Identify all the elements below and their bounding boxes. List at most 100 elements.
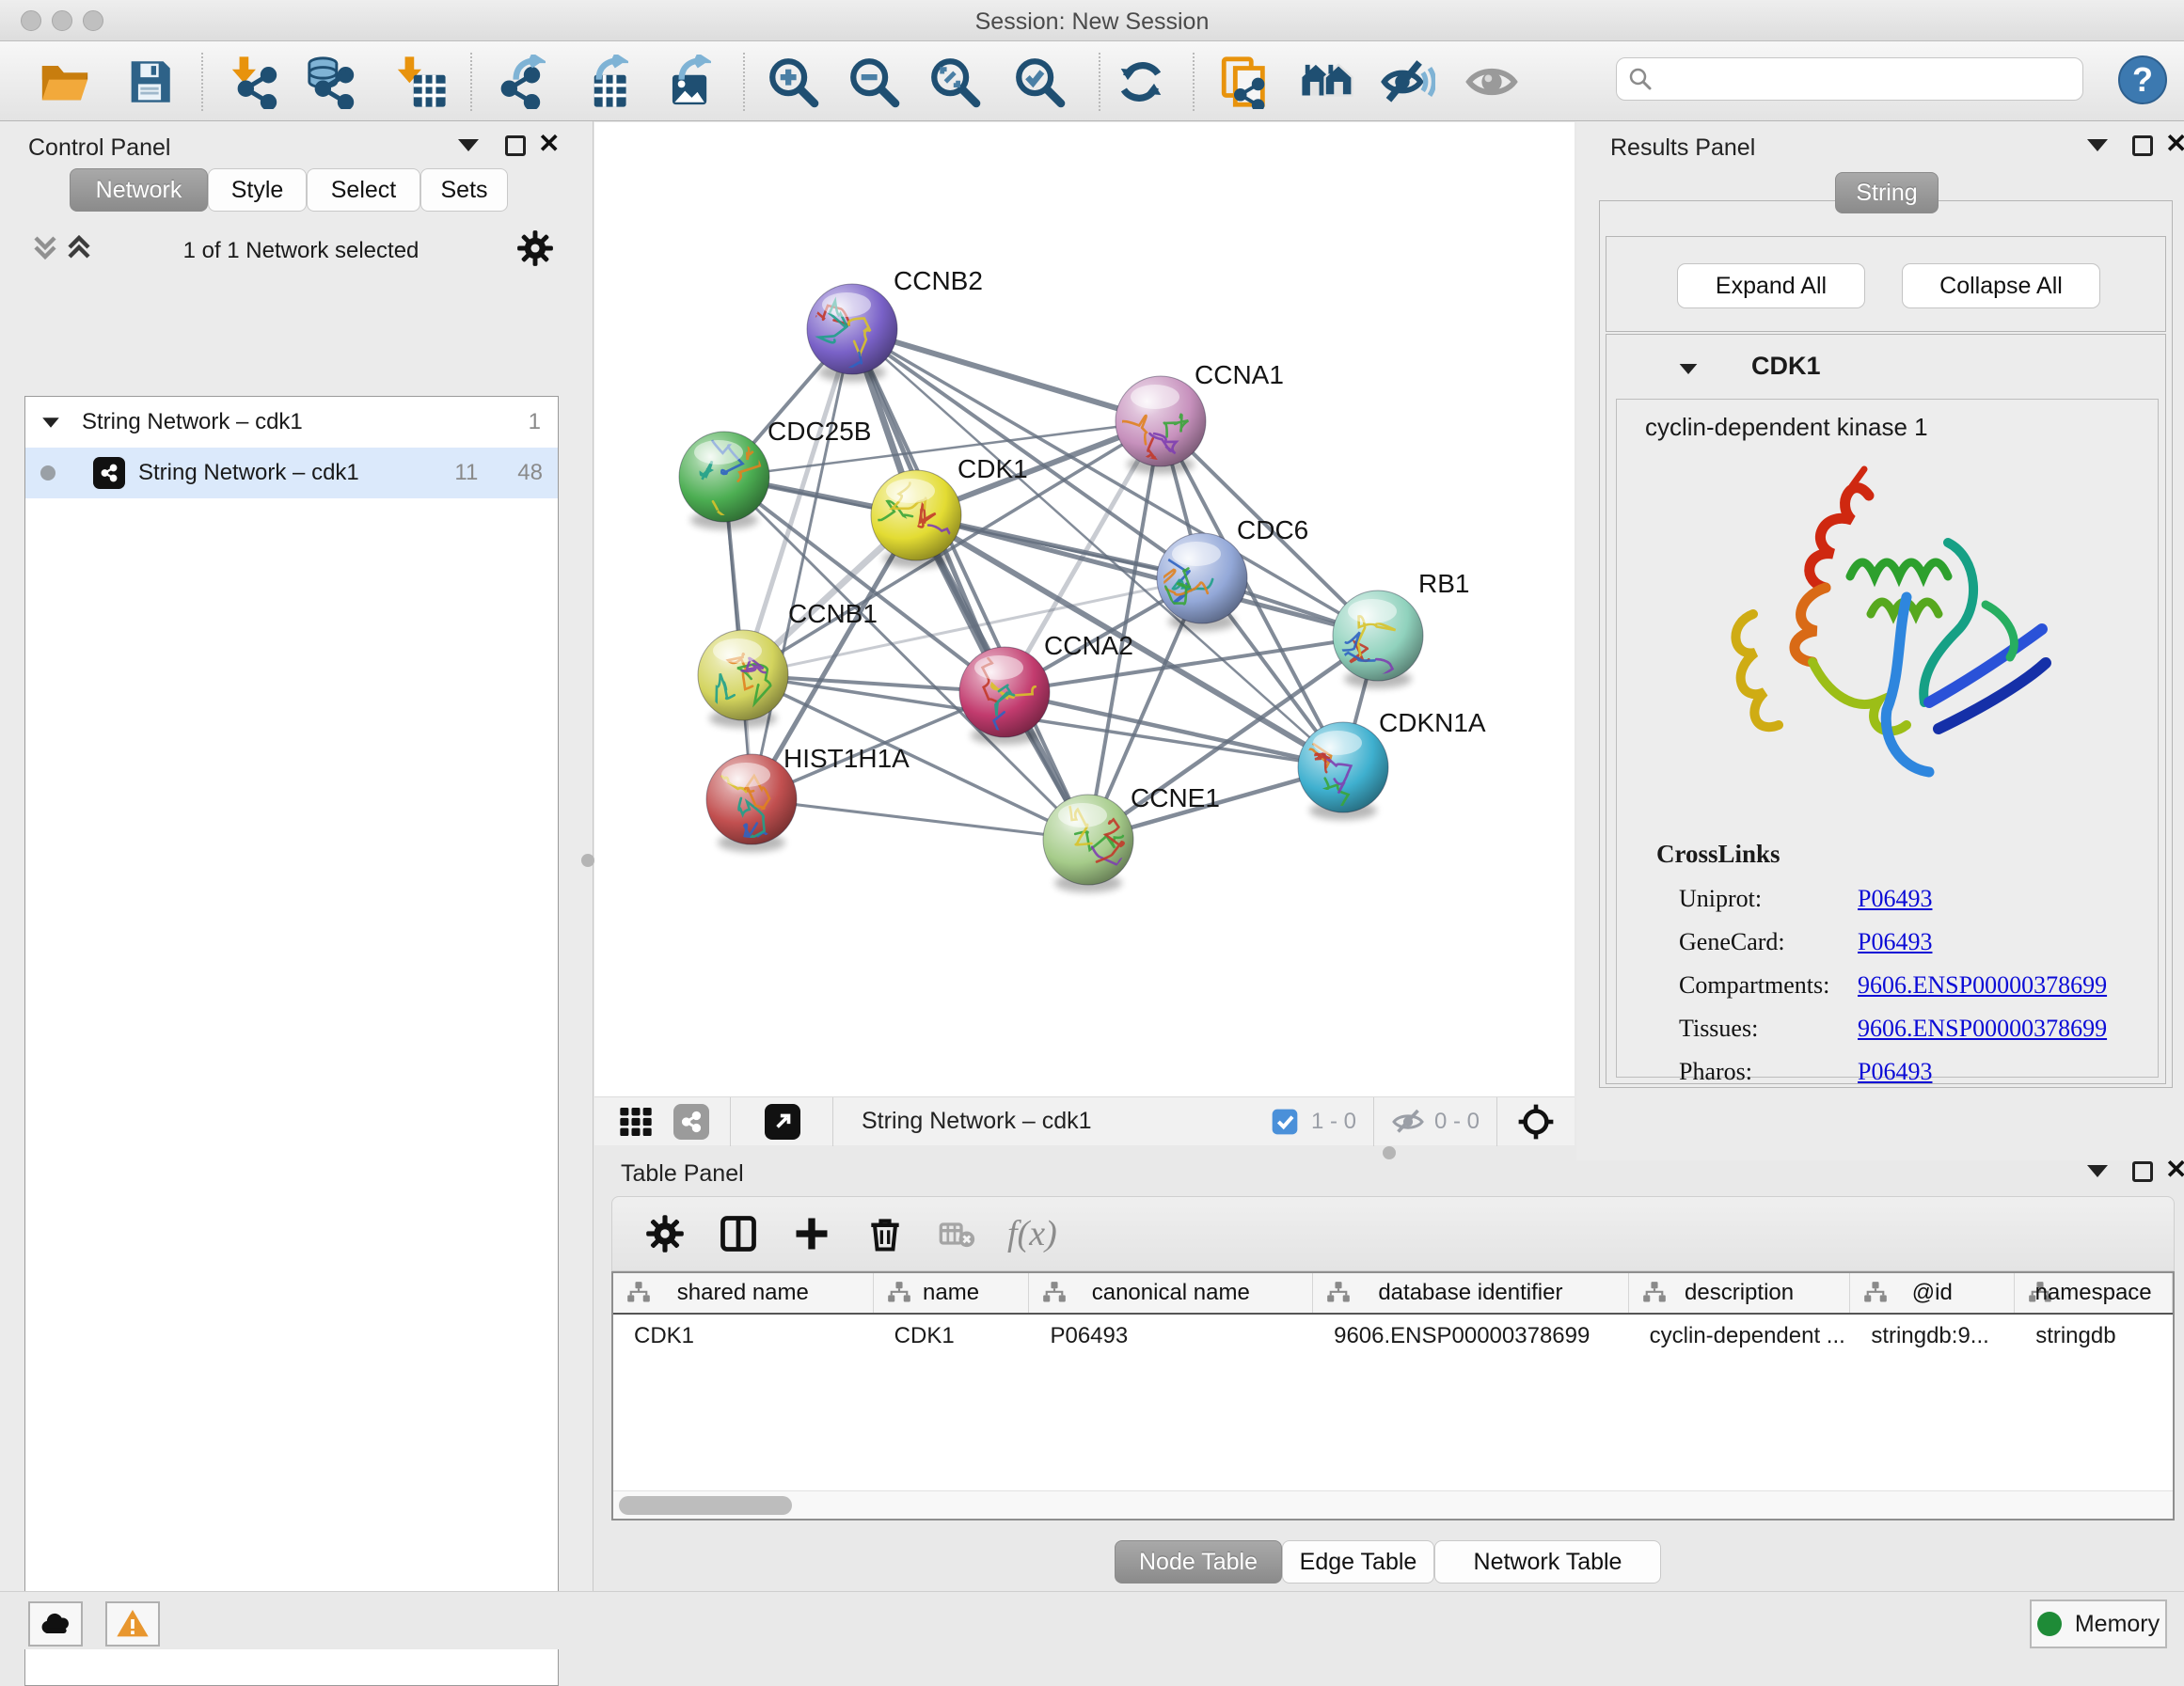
string-import-icon[interactable] <box>1217 55 1272 109</box>
edge-HIST1H1A-CCNE1[interactable] <box>752 799 1088 840</box>
delete-table-icon[interactable] <box>938 1215 975 1253</box>
help-icon: ? <box>2132 60 2153 100</box>
column-header-canonical-name[interactable]: canonical name <box>1029 1273 1313 1313</box>
table-cell[interactable]: 9606.ENSP00000378699 <box>1313 1315 1629 1358</box>
expand-all-button[interactable]: Expand All <box>1677 263 1865 308</box>
show-eye-icon[interactable] <box>1464 55 1519 109</box>
control-panel-float-icon[interactable] <box>505 135 526 156</box>
warning-button[interactable] <box>105 1601 160 1647</box>
tab-sets[interactable]: Sets <box>420 168 508 212</box>
split-columns-icon[interactable] <box>718 1213 759 1254</box>
grid-view-icon[interactable] <box>617 1103 655 1141</box>
refresh-layout-icon[interactable] <box>1114 55 1168 109</box>
help-button[interactable]: ? <box>2118 55 2167 104</box>
crosslink-value[interactable]: P06493 <box>1858 1058 1932 1086</box>
control-panel-close-icon[interactable]: ✕ <box>538 134 560 154</box>
table-panel-close-icon[interactable]: ✕ <box>2165 1159 2184 1180</box>
crosslink-value[interactable]: P06493 <box>1858 928 1932 956</box>
column-header--id[interactable]: @id <box>1850 1273 2015 1313</box>
edge-CCNA2-CDKN1A[interactable] <box>1005 692 1343 767</box>
column-header-name[interactable]: name <box>874 1273 1030 1313</box>
network-node-HIST1H1A[interactable]: HIST1H1A <box>706 744 910 852</box>
home-layout-icon[interactable] <box>1300 55 1354 109</box>
tab-network[interactable]: Network <box>70 168 208 212</box>
zoom-out-icon[interactable] <box>847 55 901 109</box>
fit-selected-icon[interactable] <box>1516 1102 1556 1142</box>
collapse-all-icon[interactable] <box>32 232 58 262</box>
crosslink-value[interactable]: P06493 <box>1858 885 1932 913</box>
table-cell[interactable]: cyclin-dependent ... <box>1629 1315 1851 1358</box>
collapse-all-button[interactable]: Collapse All <box>1902 263 2100 308</box>
tab-select[interactable]: Select <box>307 168 420 212</box>
table-cell[interactable]: CDK1 <box>874 1315 1030 1358</box>
import-network-file-icon[interactable] <box>228 55 282 109</box>
crosslink-value[interactable]: 9606.ENSP00000378699 <box>1858 1015 2107 1043</box>
expand-all-icon[interactable] <box>66 232 92 262</box>
table-panel-float-icon[interactable] <box>2132 1161 2153 1182</box>
function-builder-icon[interactable]: f(x) <box>1007 1213 1057 1254</box>
table-panel-menu-icon[interactable] <box>2087 1165 2108 1177</box>
add-column-icon[interactable] <box>791 1213 832 1254</box>
crosslink-value[interactable]: 9606.ENSP00000378699 <box>1858 971 2107 1000</box>
search-input[interactable] <box>1654 66 2059 92</box>
table-cell[interactable]: stringdb:9... <box>1850 1315 2015 1358</box>
table-hscrollbar[interactable] <box>613 1490 2173 1519</box>
export-image-icon[interactable] <box>657 55 711 109</box>
table-gear-icon[interactable] <box>644 1213 686 1254</box>
protein-collapse-icon[interactable] <box>1680 364 1698 374</box>
string-app-icon <box>93 457 125 489</box>
edge-CCNB2-CCNA1[interactable] <box>852 329 1161 421</box>
column-header-namespace[interactable]: namespace <box>2015 1273 2173 1313</box>
open-file-icon[interactable] <box>38 55 92 109</box>
column-header-shared-name[interactable]: shared name <box>613 1273 874 1313</box>
export-table-icon[interactable] <box>574 55 628 109</box>
import-table-file-icon[interactable] <box>393 55 448 109</box>
network-canvas[interactable]: CCNB2CCNA1CDC25BCDK1CDC6RB1CCNB1CCNA2CDK… <box>594 122 1575 1096</box>
tab-network-table[interactable]: Network Table <box>1434 1540 1661 1584</box>
network-share-icon[interactable] <box>673 1104 709 1140</box>
save-session-icon[interactable] <box>122 55 177 109</box>
network-collection-row[interactable]: String Network – cdk1 1 <box>25 397 558 448</box>
tab-string-results[interactable]: String <box>1835 172 1939 213</box>
table-cell[interactable]: P06493 <box>1029 1315 1313 1358</box>
collection-collapse-icon[interactable] <box>42 418 59 427</box>
crosslink-label: Tissues: <box>1679 1015 1858 1043</box>
network-node-CDKN1A[interactable]: CDKN1A <box>1298 708 1486 820</box>
tab-node-table[interactable]: Node Table <box>1115 1540 1282 1584</box>
open-in-window-icon[interactable] <box>765 1104 800 1140</box>
zoom-selected-icon[interactable] <box>1012 55 1067 109</box>
network-node-CCNB1[interactable]: CCNB1 <box>698 599 878 728</box>
gear-icon[interactable] <box>515 228 555 268</box>
protein-section: CDK1 cyclin-dependent kinase 1 <box>1606 334 2166 1084</box>
cloud-button[interactable] <box>28 1601 83 1647</box>
left-splitter-handle[interactable] <box>581 854 594 867</box>
column-header-database-identifier[interactable]: database identifier <box>1313 1273 1629 1313</box>
table-hscrollbar-thumb[interactable] <box>619 1496 792 1515</box>
table-cell[interactable]: stringdb <box>2015 1315 2173 1358</box>
memory-button[interactable]: Memory <box>2030 1599 2167 1648</box>
selected-checkbox-icon[interactable] <box>1270 1107 1300 1137</box>
network-node-CCNE1[interactable]: CCNE1 <box>1043 783 1220 892</box>
toolbar-search[interactable] <box>1616 57 2083 101</box>
tab-edge-table[interactable]: Edge Table <box>1282 1540 1434 1584</box>
table-row[interactable]: CDK1CDK1P064939606.ENSP00000378699cyclin… <box>613 1315 2173 1358</box>
network-row-selected[interactable]: String Network – cdk1 11 48 <box>25 448 558 498</box>
zoom-fit-icon[interactable] <box>927 55 982 109</box>
network-node-RB1[interactable]: RB1 <box>1333 569 1469 703</box>
import-network-database-icon[interactable] <box>305 55 359 109</box>
zoom-in-icon[interactable] <box>766 55 820 109</box>
tab-style[interactable]: Style <box>208 168 307 212</box>
hidden-eye-icon[interactable] <box>1391 1105 1425 1139</box>
hide-selected-eye-icon[interactable] <box>1381 55 1435 109</box>
results-panel-menu-icon[interactable] <box>2087 139 2108 151</box>
bottom-splitter-handle[interactable] <box>1383 1146 1396 1159</box>
delete-column-icon[interactable] <box>864 1213 906 1254</box>
results-panel-close-icon[interactable]: ✕ <box>2165 134 2184 154</box>
column-header-description[interactable]: description <box>1629 1273 1851 1313</box>
export-network-icon[interactable] <box>491 55 546 109</box>
network-node-CDC25B[interactable]: CDC25B <box>679 417 871 543</box>
results-panel-float-icon[interactable] <box>2132 135 2153 156</box>
table-cell[interactable]: CDK1 <box>613 1315 874 1358</box>
control-panel-menu-icon[interactable] <box>458 139 479 151</box>
protein-details: cyclin-dependent kinase 1 <box>1616 399 2159 1078</box>
